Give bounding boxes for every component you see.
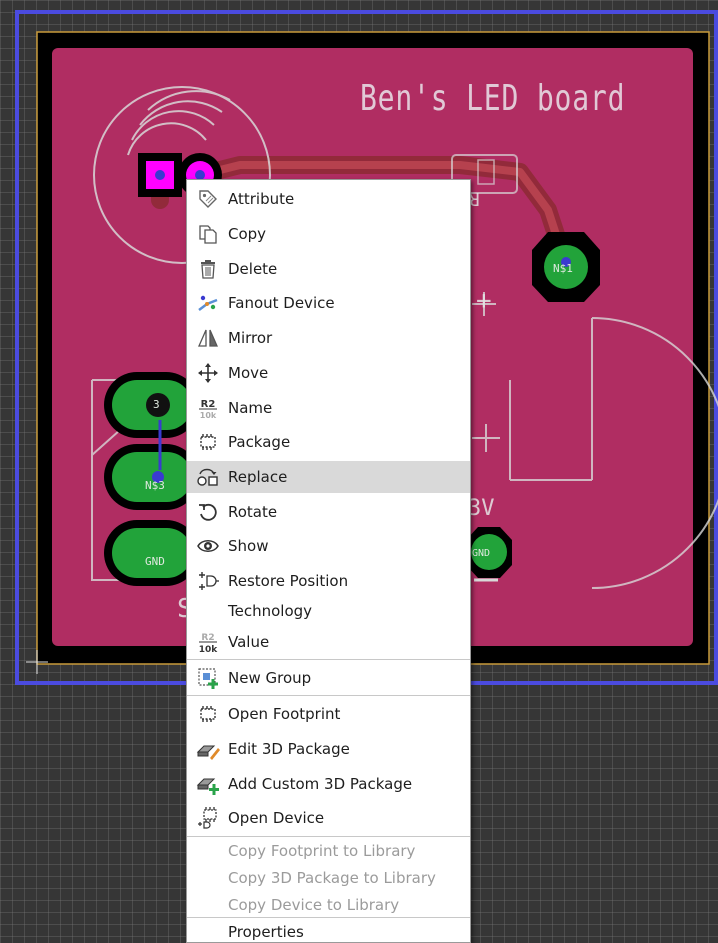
menu-item-label: Replace <box>228 468 288 486</box>
silk-label-3v: 3V <box>468 496 495 521</box>
tag-icon <box>195 186 221 212</box>
restore-position-icon <box>195 568 221 594</box>
open-device-icon <box>195 805 221 831</box>
menu-item-properties[interactable]: Properties <box>187 918 470 942</box>
add-3d-icon <box>195 771 221 797</box>
svg-text:10k: 10k <box>199 645 219 654</box>
menu-item-label: Restore Position <box>228 572 349 590</box>
menu-separator <box>187 659 470 660</box>
menu-item-label: Open Device <box>228 809 325 827</box>
menu-item-delete[interactable]: Delete <box>187 253 470 285</box>
silk-label-plus: + <box>476 286 492 316</box>
move-icon <box>195 360 221 386</box>
menu-item-label: Mirror <box>228 329 273 347</box>
menu-item-label: Add Custom 3D Package <box>228 775 413 793</box>
menu-item-move[interactable]: Move <box>187 357 470 389</box>
menu-item-attribute[interactable]: Attribute <box>187 183 470 215</box>
svg-text:10k: 10k <box>200 411 217 420</box>
menu-item-label: Delete <box>228 260 278 278</box>
menu-item-replace[interactable]: Replace <box>187 461 470 493</box>
replace-icon <box>195 464 221 490</box>
footprint-icon <box>195 701 221 727</box>
menu-item-show[interactable]: Show <box>187 530 470 562</box>
menu-item-label: Move <box>228 364 269 382</box>
menu-item-rotate[interactable]: Rotate <box>187 496 470 528</box>
context-menu: Attribute Copy Delete Fanout Device Mirr… <box>186 179 471 943</box>
menu-item-label: Copy <box>228 225 267 243</box>
menu-item-package[interactable]: Package <box>187 426 470 458</box>
pad-label-gnd-left: GND <box>145 555 165 568</box>
menu-item-mirror[interactable]: Mirror <box>187 322 470 354</box>
menu-item-technology[interactable]: Technology <box>187 595 470 627</box>
menu-item-label: Show <box>228 537 269 555</box>
menu-item-label: New Group <box>228 669 312 687</box>
menu-item-copy[interactable]: Copy <box>187 218 470 250</box>
menu-item-label: Package <box>228 433 291 451</box>
menu-item-label: Properties <box>228 923 304 941</box>
menu-item-new-group[interactable]: New Group <box>187 662 470 694</box>
menu-item-label: Fanout Device <box>228 294 335 312</box>
copy-icon <box>195 221 221 247</box>
menu-item-label: Open Footprint <box>228 705 341 723</box>
pad-label-n3: N$3 <box>145 479 165 492</box>
eye-icon <box>195 533 221 559</box>
menu-item-label: Value <box>228 633 270 651</box>
package-icon <box>195 429 221 455</box>
menu-item-copy-3d-package-to-library[interactable]: Copy 3D Package to Library <box>187 863 470 893</box>
menu-item-value[interactable]: R2 10k Value <box>187 626 470 658</box>
value-icon: R2 10k <box>195 629 221 655</box>
menu-item-open-footprint[interactable]: Open Footprint <box>187 698 470 730</box>
new-group-icon <box>195 665 221 691</box>
board-title-text: Ben's LED board <box>360 78 626 119</box>
svg-text:R2: R2 <box>201 399 216 410</box>
menu-item-edit-3d-package[interactable]: Edit 3D Package <box>187 733 470 765</box>
menu-item-fanout-device[interactable]: Fanout Device <box>187 287 470 319</box>
menu-item-copy-footprint-to-library[interactable]: Copy Footprint to Library <box>187 836 470 866</box>
menu-item-label: Copy Footprint to Library <box>228 842 416 860</box>
menu-item-label: Attribute <box>228 190 295 208</box>
menu-item-label: Edit 3D Package <box>228 740 350 758</box>
mirror-icon <box>195 325 221 351</box>
edit-3d-icon <box>195 736 221 762</box>
menu-separator <box>187 695 470 696</box>
menu-item-label: Name <box>228 399 273 417</box>
menu-item-label: Copy 3D Package to Library <box>228 869 436 887</box>
pad-label-gnd-right: GND <box>472 548 491 559</box>
menu-item-name[interactable]: R2 10k Name <box>187 392 470 424</box>
menu-item-copy-device-to-library[interactable]: Copy Device to Library <box>187 890 470 920</box>
menu-item-label: Technology <box>228 602 313 620</box>
name-icon: R2 10k <box>195 395 221 421</box>
menu-item-add-custom-3d-package[interactable]: Add Custom 3D Package <box>187 768 470 800</box>
pad-label-n1: N$1 <box>553 262 573 275</box>
menu-item-label: Rotate <box>228 503 278 521</box>
rotate-icon <box>195 499 221 525</box>
fanout-icon <box>195 290 221 316</box>
menu-item-open-device[interactable]: Open Device <box>187 802 470 834</box>
trash-icon <box>195 256 221 282</box>
pad-label-3: 3 <box>153 398 160 411</box>
menu-item-restore-position[interactable]: Restore Position <box>187 565 470 597</box>
menu-item-label: Copy Device to Library <box>228 896 400 914</box>
